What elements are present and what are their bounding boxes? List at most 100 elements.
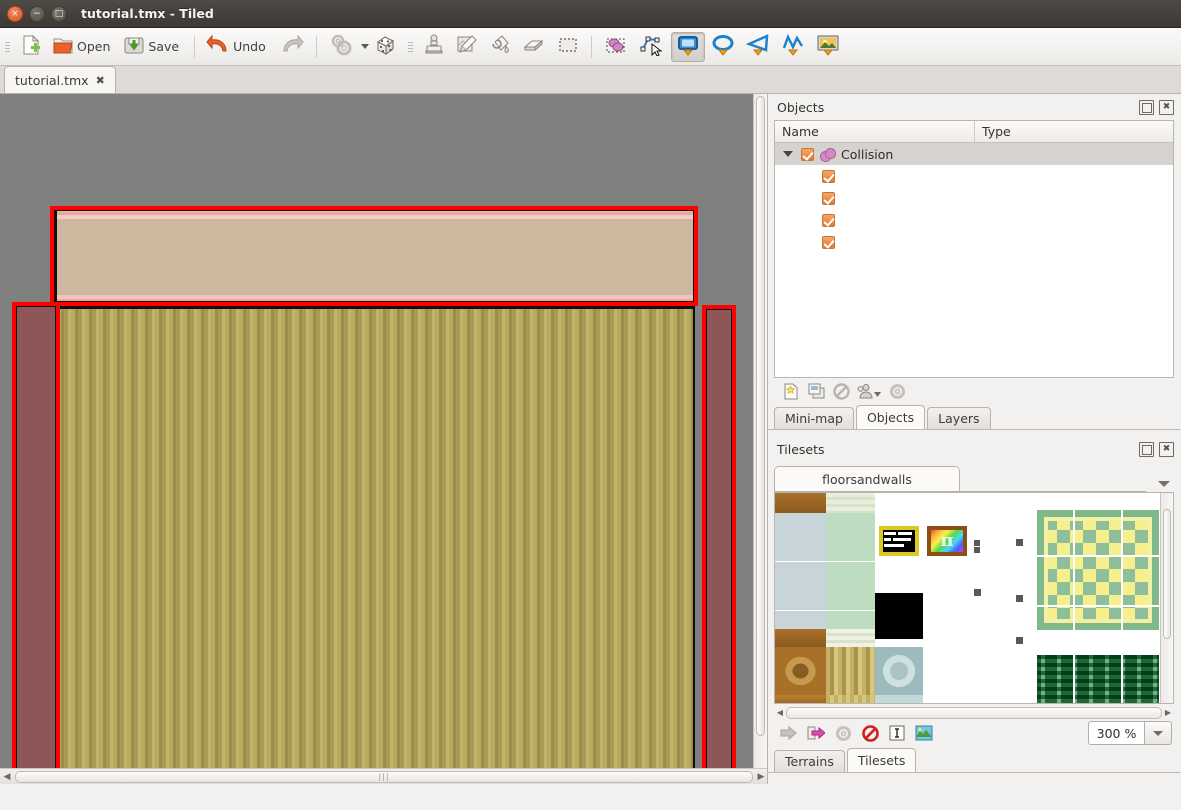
table-row[interactable]: Collision bbox=[775, 143, 1173, 165]
document-tab[interactable]: tutorial.tmx ✖ bbox=[4, 66, 116, 93]
canvas-hscroll-thumb[interactable]: ||| bbox=[15, 770, 753, 783]
table-row[interactable] bbox=[775, 231, 1173, 253]
tileset-hscroll-thumb[interactable] bbox=[786, 706, 1162, 719]
edit-polygons-button[interactable] bbox=[634, 32, 670, 62]
tile-maze[interactable] bbox=[1037, 655, 1159, 703]
toolbar-grip[interactable] bbox=[4, 36, 11, 58]
window-maximize-button[interactable]: □ bbox=[51, 5, 67, 22]
tileset-zoom-dropdown[interactable] bbox=[1144, 721, 1172, 745]
tile[interactable] bbox=[775, 695, 826, 703]
tile[interactable] bbox=[775, 513, 826, 562]
visibility-checkbox[interactable] bbox=[822, 235, 835, 249]
visibility-checkbox[interactable] bbox=[822, 169, 835, 183]
tile-marker[interactable] bbox=[1016, 539, 1023, 546]
collision-rect-right[interactable] bbox=[702, 305, 736, 784]
insert-polyline-button[interactable] bbox=[776, 32, 810, 62]
tile-marker[interactable] bbox=[1016, 637, 1023, 644]
remove-objects-icon[interactable] bbox=[832, 382, 850, 400]
window-minimize-button[interactable]: − bbox=[29, 5, 45, 22]
tile-marker[interactable] bbox=[974, 547, 980, 553]
tilesets-dock-close-button[interactable]: ✖ bbox=[1159, 441, 1174, 457]
random-mode-button[interactable] bbox=[370, 32, 406, 62]
tile[interactable] bbox=[826, 493, 875, 513]
tilesets-dock-float-button[interactable] bbox=[1139, 441, 1154, 457]
edit-tileset-icon[interactable] bbox=[915, 724, 933, 742]
close-icon[interactable]: ✖ bbox=[96, 74, 105, 87]
tileset-view[interactable]: π bbox=[774, 492, 1174, 704]
tileset-properties-icon[interactable] bbox=[834, 724, 852, 742]
tile-marker[interactable] bbox=[974, 540, 980, 546]
table-row[interactable] bbox=[775, 165, 1173, 187]
column-header-name[interactable]: Name bbox=[775, 121, 975, 142]
chevron-down-icon[interactable] bbox=[360, 44, 369, 49]
add-object-layer-icon[interactable] bbox=[782, 382, 800, 400]
tile-grid-line[interactable] bbox=[1073, 510, 1075, 630]
objects-dock-float-button[interactable] bbox=[1139, 99, 1154, 115]
tile[interactable] bbox=[826, 695, 875, 703]
tile-grid-line[interactable] bbox=[1037, 605, 1159, 607]
rectangular-select-button[interactable] bbox=[552, 32, 584, 62]
insert-polygon-button[interactable] bbox=[741, 32, 775, 62]
tileset-zoom-value[interactable]: 300 % bbox=[1088, 721, 1144, 745]
open-button[interactable]: Open bbox=[48, 32, 118, 62]
tile-grid-line[interactable] bbox=[1037, 555, 1159, 557]
tile-pi-rainbow[interactable]: π bbox=[927, 526, 967, 556]
table-row[interactable] bbox=[775, 187, 1173, 209]
select-objects-button[interactable] bbox=[599, 32, 633, 62]
tab-terrains[interactable]: Terrains bbox=[774, 750, 845, 772]
visibility-checkbox[interactable] bbox=[801, 147, 814, 161]
tile[interactable] bbox=[875, 695, 923, 703]
undo-button[interactable]: Undo bbox=[202, 32, 274, 62]
objects-tree[interactable]: Name Type Collision bbox=[774, 120, 1174, 378]
insert-ellipse-button[interactable] bbox=[706, 32, 740, 62]
scroll-right-icon[interactable]: ▶ bbox=[754, 772, 767, 782]
column-header-type[interactable]: Type bbox=[975, 121, 1173, 142]
tile-chessboard[interactable] bbox=[1037, 510, 1159, 630]
stamp-brush-button[interactable] bbox=[418, 32, 450, 62]
bucket-fill-button[interactable] bbox=[484, 32, 516, 62]
export-tileset-icon[interactable] bbox=[807, 724, 825, 742]
remove-tileset-icon[interactable] bbox=[861, 724, 879, 742]
visibility-checkbox[interactable] bbox=[822, 191, 835, 205]
terrain-brush-button[interactable] bbox=[451, 32, 483, 62]
tile[interactable] bbox=[775, 629, 826, 647]
rename-tileset-icon[interactable] bbox=[888, 724, 906, 742]
redo-button[interactable] bbox=[275, 32, 309, 62]
tileset-horizontal-scrollbar[interactable]: ◀ ▶ bbox=[774, 706, 1174, 719]
eraser-button[interactable] bbox=[517, 32, 551, 62]
scroll-left-icon[interactable]: ◀ bbox=[774, 708, 786, 717]
duplicate-objects-icon[interactable] bbox=[807, 382, 825, 400]
tab-layers[interactable]: Layers bbox=[927, 407, 991, 429]
tile-grid-line[interactable] bbox=[1121, 655, 1123, 703]
canvas-horizontal-scrollbar[interactable]: ◀ ||| ▶ bbox=[0, 768, 767, 784]
tile[interactable] bbox=[826, 513, 875, 562]
tile-grid-line[interactable] bbox=[1073, 655, 1075, 703]
tile[interactable] bbox=[826, 647, 875, 695]
tileset-tab-menu-icon[interactable] bbox=[1158, 481, 1170, 487]
move-objects-to-layer-icon[interactable] bbox=[857, 382, 881, 400]
tab-objects[interactable]: Objects bbox=[855, 405, 926, 429]
tileset-grid[interactable]: π bbox=[775, 493, 1173, 703]
map-canvas[interactable]: ◀ ||| ▶ bbox=[0, 94, 768, 784]
tileset-vscroll-thumb[interactable] bbox=[1163, 509, 1171, 639]
tile[interactable] bbox=[875, 647, 923, 695]
tileset-tab-floorsandwalls[interactable]: floorsandwalls bbox=[774, 466, 960, 492]
window-close-button[interactable]: × bbox=[7, 5, 23, 22]
objects-dock-close-button[interactable]: ✖ bbox=[1159, 99, 1174, 115]
import-tileset-icon[interactable] bbox=[780, 724, 798, 742]
tile[interactable] bbox=[775, 493, 826, 513]
object-properties-icon[interactable] bbox=[888, 382, 906, 400]
scroll-left-icon[interactable]: ◀ bbox=[0, 772, 14, 782]
tileset-vertical-scrollbar[interactable] bbox=[1160, 493, 1173, 703]
save-button[interactable]: Save bbox=[119, 32, 187, 62]
chevron-down-icon[interactable] bbox=[783, 151, 793, 157]
tab-mini-map[interactable]: Mini-map bbox=[774, 407, 854, 429]
tile-grid-line[interactable] bbox=[1121, 510, 1123, 630]
scroll-right-icon[interactable]: ▶ bbox=[1162, 708, 1174, 717]
tile-marker[interactable] bbox=[1016, 595, 1023, 602]
tab-tilesets[interactable]: Tilesets bbox=[846, 748, 917, 772]
collision-rect-left[interactable] bbox=[12, 302, 60, 784]
new-file-button[interactable] bbox=[15, 32, 47, 62]
toolbar-grip-2[interactable] bbox=[407, 36, 414, 58]
insert-tile-button[interactable] bbox=[811, 32, 845, 62]
